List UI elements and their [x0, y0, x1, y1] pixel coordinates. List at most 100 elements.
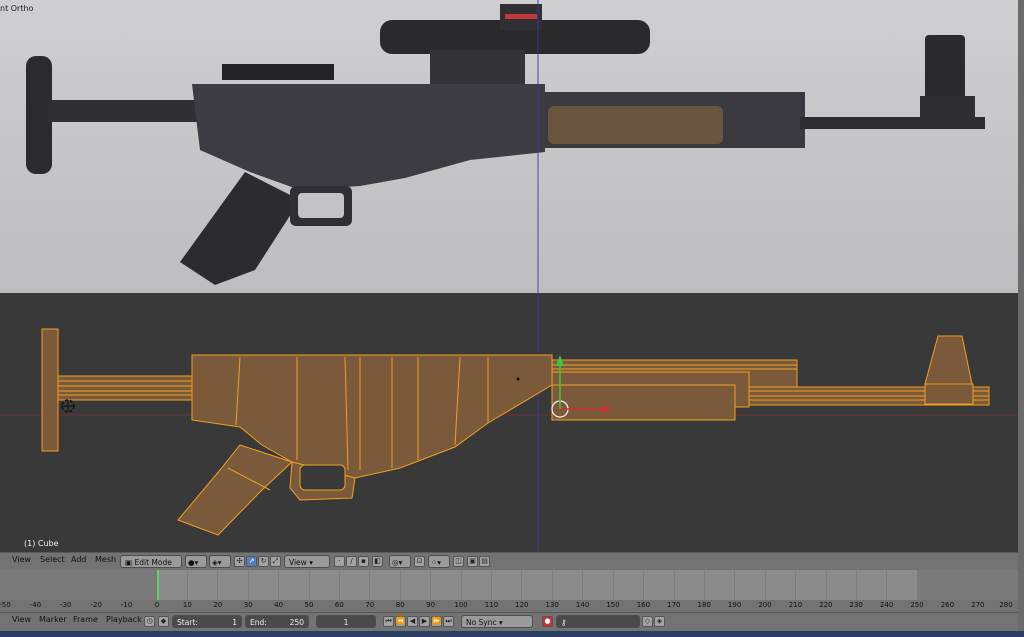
- insert-keyframe-icon[interactable]: ◇: [642, 616, 653, 627]
- end-value: 250: [289, 618, 304, 627]
- menu-frame[interactable]: Frame: [73, 615, 98, 624]
- 3d-viewport[interactable]: nt Ortho (1) Cube: [0, 0, 1018, 552]
- menu-view[interactable]: View: [12, 555, 31, 564]
- start-frame-field[interactable]: Start: 1: [172, 615, 242, 628]
- ruler-tick: 240: [879, 601, 894, 609]
- ruler-tick: 220: [819, 601, 833, 609]
- scale-icon[interactable]: ⤢: [270, 556, 281, 567]
- ruler-tick: 150: [606, 601, 620, 609]
- ruler-tick: 50: [304, 601, 314, 609]
- os-taskbar: [0, 631, 1024, 637]
- delete-keyframe-icon[interactable]: ◈: [654, 616, 665, 627]
- ruler-tick: 130: [545, 601, 559, 609]
- ruler-tick: -40: [29, 601, 42, 609]
- preview-range-icon[interactable]: ◷: [144, 616, 155, 627]
- ruler-tick: 100: [454, 601, 468, 609]
- pivot-icon: ◈▾: [212, 558, 222, 567]
- ruler-tick: 270: [971, 601, 985, 609]
- ruler-tick: 140: [575, 601, 590, 609]
- render-anim-icon[interactable]: ▤: [479, 556, 490, 567]
- mesh: [41, 328, 990, 536]
- ruler-tick: -30: [60, 601, 72, 609]
- camera-icon[interactable]: ▣: [467, 556, 478, 567]
- menu-select[interactable]: Select: [40, 555, 65, 564]
- ruler-tick: 230: [849, 601, 863, 609]
- end-frame-field[interactable]: End: 250: [245, 615, 309, 628]
- prev-keyframe-icon[interactable]: ⏪: [395, 616, 406, 627]
- end-label: End:: [250, 618, 267, 627]
- ruler-tick: 190: [727, 601, 742, 609]
- ruler-tick: 90: [426, 601, 436, 609]
- timeline-out-of-range-right: [917, 570, 1018, 600]
- current-frame-value: 1: [343, 618, 349, 627]
- menu-add[interactable]: Add: [71, 555, 87, 564]
- ruler-tick: 20: [213, 601, 223, 609]
- sync-selector[interactable]: No Sync ▾: [461, 615, 533, 628]
- snap-element-selector[interactable]: ⁘▾: [428, 555, 450, 568]
- ruler-tick: 80: [395, 601, 405, 609]
- start-label: Start:: [177, 618, 198, 627]
- menu-view[interactable]: View: [12, 615, 31, 624]
- face-select-icon[interactable]: ▪: [358, 556, 369, 567]
- vertex-select-icon[interactable]: ·: [334, 556, 345, 567]
- frame-ruler[interactable]: -50 -40 -30 -20 -10 0 10 20 30 40 50 60 70 80 90 100 110…: [0, 600, 1018, 612]
- current-frame-cursor[interactable]: [157, 570, 159, 600]
- shading-selector[interactable]: ●▾: [185, 555, 207, 568]
- manipulator-toggle-icon[interactable]: ✣: [234, 556, 245, 567]
- snap-icon: ⁘▾: [431, 558, 442, 567]
- ruler-tick: -50: [0, 601, 11, 609]
- orientation-selector[interactable]: View ▾: [284, 555, 330, 568]
- play-icon[interactable]: ▶: [419, 616, 430, 627]
- sphere-icon: ●▾: [188, 558, 199, 567]
- ruler-tick: 40: [274, 601, 284, 609]
- jump-start-icon[interactable]: ⏮: [383, 616, 394, 627]
- current-frame-field[interactable]: 1: [316, 615, 376, 628]
- jump-end-icon[interactable]: ⏭: [443, 616, 454, 627]
- proportional-edit-selector[interactable]: ◎▾: [389, 555, 411, 568]
- ruler-tick: 280: [999, 601, 1013, 609]
- mode-selector[interactable]: ▣ Edit Mode: [120, 555, 182, 568]
- ruler-tick: 250: [910, 601, 924, 609]
- menu-marker[interactable]: Marker: [39, 615, 67, 624]
- record-icon[interactable]: ●: [542, 616, 553, 627]
- play-reverse-icon[interactable]: ◀: [407, 616, 418, 627]
- sync-label: No Sync: [466, 618, 497, 627]
- ruler-tick: 170: [667, 601, 681, 609]
- next-keyframe-icon[interactable]: ⏩: [431, 616, 442, 627]
- timeline-out-of-range-left: [0, 570, 157, 600]
- pivot-selector[interactable]: ◈▾: [209, 555, 231, 568]
- translate-icon[interactable]: ↗: [246, 556, 257, 567]
- keying-set-icon: ⚷: [561, 618, 567, 627]
- timeline-header: View Marker Frame Playback ◷ ◆ Start: 1 E…: [0, 612, 1018, 631]
- viewport-header: View Select Add Mesh ▣ Edit Mode ●▾ ◈▾ ✣…: [0, 552, 1018, 571]
- snap-toggle-icon[interactable]: ⊡: [414, 556, 425, 567]
- menu-mesh[interactable]: Mesh: [95, 555, 116, 564]
- rotate-icon[interactable]: ↻: [258, 556, 269, 567]
- region-divider[interactable]: [1018, 0, 1024, 637]
- keyframe-icon[interactable]: ◆: [158, 616, 169, 627]
- ruler-tick: 260: [940, 601, 955, 609]
- render-icon[interactable]: ◫: [453, 556, 464, 567]
- ruler-tick: 180: [697, 601, 711, 609]
- ruler-tick: 200: [758, 601, 772, 609]
- ruler-tick: 10: [182, 601, 192, 609]
- keying-set-field[interactable]: ⚷: [556, 615, 640, 628]
- menu-playback[interactable]: Playback: [106, 615, 142, 624]
- ruler-tick: 110: [484, 601, 499, 609]
- mesh-overlay: [0, 0, 1018, 552]
- ruler-tick: 0: [154, 601, 160, 609]
- ruler-tick: 60: [334, 601, 344, 609]
- object-label: (1) Cube: [24, 539, 59, 548]
- ruler-tick: 70: [365, 601, 375, 609]
- ruler-tick: 210: [788, 601, 803, 609]
- edge-select-icon[interactable]: /: [346, 556, 357, 567]
- viewport-label: nt Ortho: [0, 4, 34, 13]
- ruler-tick: 30: [243, 601, 253, 609]
- ruler-tick: -20: [90, 601, 102, 609]
- ruler-tick: 120: [515, 601, 529, 609]
- mode-label: Edit Mode: [134, 558, 172, 567]
- orientation-label: View: [289, 558, 307, 567]
- occlude-icon[interactable]: ◧: [372, 556, 383, 567]
- ruler-tick: -10: [120, 601, 133, 609]
- start-value: 1: [232, 618, 237, 627]
